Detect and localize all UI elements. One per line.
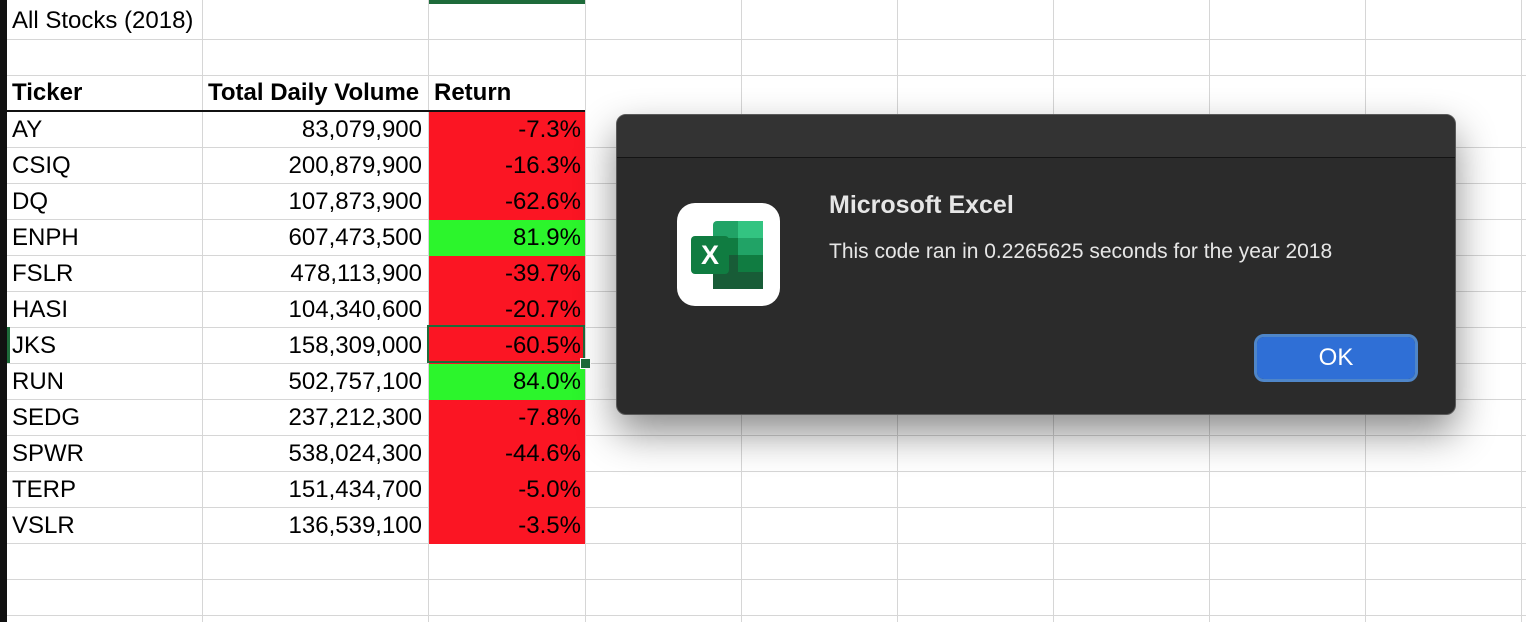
alert-dialog: X Microsoft Excel This code ran in 0.226… — [616, 114, 1456, 415]
cell-return[interactable]: -16.3% — [429, 149, 585, 183]
header-border — [7, 110, 585, 112]
cell-volume[interactable]: 237,212,300 — [203, 401, 426, 435]
cell-return[interactable]: -62.6% — [429, 185, 585, 219]
cell-volume[interactable]: 502,757,100 — [203, 365, 426, 399]
cell-return[interactable]: -5.0% — [429, 473, 585, 507]
dialog-titlebar — [617, 115, 1455, 158]
cell-ticker[interactable]: DQ — [12, 185, 202, 219]
cell-volume[interactable]: 200,879,900 — [203, 149, 426, 183]
cell-return[interactable]: -60.5% — [429, 329, 585, 363]
row-gridline — [7, 579, 1526, 580]
cell-return[interactable]: -7.3% — [429, 113, 585, 147]
cell-ticker[interactable]: FSLR — [12, 257, 202, 291]
cell-return[interactable]: -3.5% — [429, 509, 585, 543]
cell-ticker[interactable]: SPWR — [12, 437, 202, 471]
row-gridline — [7, 507, 1526, 508]
window-left-edge — [0, 0, 7, 622]
cell-ticker[interactable]: AY — [12, 113, 202, 147]
cell-ticker[interactable]: JKS — [12, 329, 202, 363]
cell-volume[interactable]: 478,113,900 — [203, 257, 426, 291]
cell-return[interactable]: 81.9% — [429, 221, 585, 255]
ok-button[interactable]: OK — [1254, 334, 1418, 382]
cell-return[interactable]: 84.0% — [429, 365, 585, 399]
fill-handle[interactable] — [580, 358, 591, 369]
cell-ticker[interactable]: RUN — [12, 365, 202, 399]
cell-ticker[interactable]: SEDG — [12, 401, 202, 435]
row-gridline — [7, 615, 1526, 616]
row-gridline — [7, 39, 1526, 40]
cell-return[interactable]: -20.7% — [429, 293, 585, 327]
column-gridline — [1521, 0, 1522, 622]
svg-text:X: X — [701, 240, 719, 270]
cell-ticker[interactable]: CSIQ — [12, 149, 202, 183]
cell-volume[interactable]: 151,434,700 — [203, 473, 426, 507]
sheet-title-cell[interactable]: All Stocks (2018) — [12, 4, 202, 38]
row-gridline — [7, 435, 1526, 436]
cell-ticker[interactable]: HASI — [12, 293, 202, 327]
cell-volume[interactable]: 107,873,900 — [203, 185, 426, 219]
header-return[interactable]: Return — [434, 76, 584, 110]
row-gridline — [7, 543, 1526, 544]
cell-volume[interactable]: 136,539,100 — [203, 509, 426, 543]
cell-return[interactable]: -44.6% — [429, 437, 585, 471]
selected-row-marker — [7, 327, 10, 363]
header-ticker[interactable]: Ticker — [12, 76, 202, 110]
row-gridline — [7, 471, 1526, 472]
dialog-title: Microsoft Excel — [829, 191, 1014, 219]
cell-return[interactable]: -39.7% — [429, 257, 585, 291]
column-selection-indicator — [429, 0, 585, 4]
cell-return[interactable]: -7.8% — [429, 401, 585, 435]
cell-volume[interactable]: 104,340,600 — [203, 293, 426, 327]
column-gridline — [585, 0, 586, 622]
cell-volume[interactable]: 607,473,500 — [203, 221, 426, 255]
dialog-message: This code ran in 0.2265625 seconds for t… — [829, 240, 1333, 263]
cell-volume[interactable]: 83,079,900 — [203, 113, 426, 147]
cell-ticker[interactable]: ENPH — [12, 221, 202, 255]
cell-volume[interactable]: 538,024,300 — [203, 437, 426, 471]
header-volume[interactable]: Total Daily Volume — [208, 76, 426, 110]
cell-volume[interactable]: 158,309,000 — [203, 329, 426, 363]
cell-ticker[interactable]: VSLR — [12, 509, 202, 543]
cell-ticker[interactable]: TERP — [12, 473, 202, 507]
excel-icon: X — [677, 203, 780, 306]
